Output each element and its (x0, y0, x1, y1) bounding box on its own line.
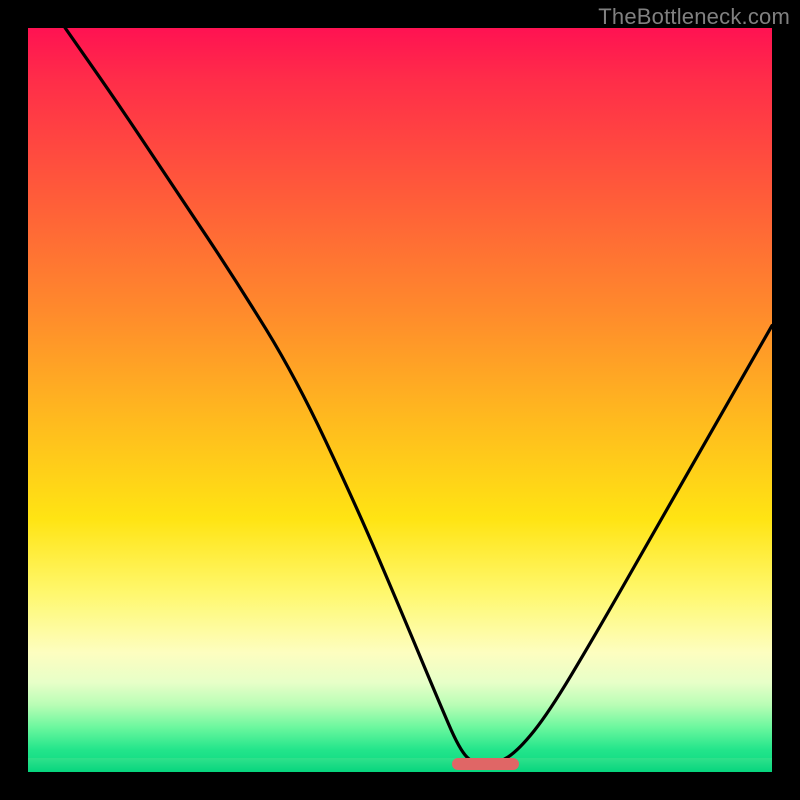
optimal-range-marker (452, 758, 519, 770)
chart-bottom-green-band (28, 758, 772, 772)
watermark-text: TheBottleneck.com (598, 4, 790, 30)
chart-background-gradient (28, 28, 772, 772)
chart-frame (28, 28, 772, 772)
